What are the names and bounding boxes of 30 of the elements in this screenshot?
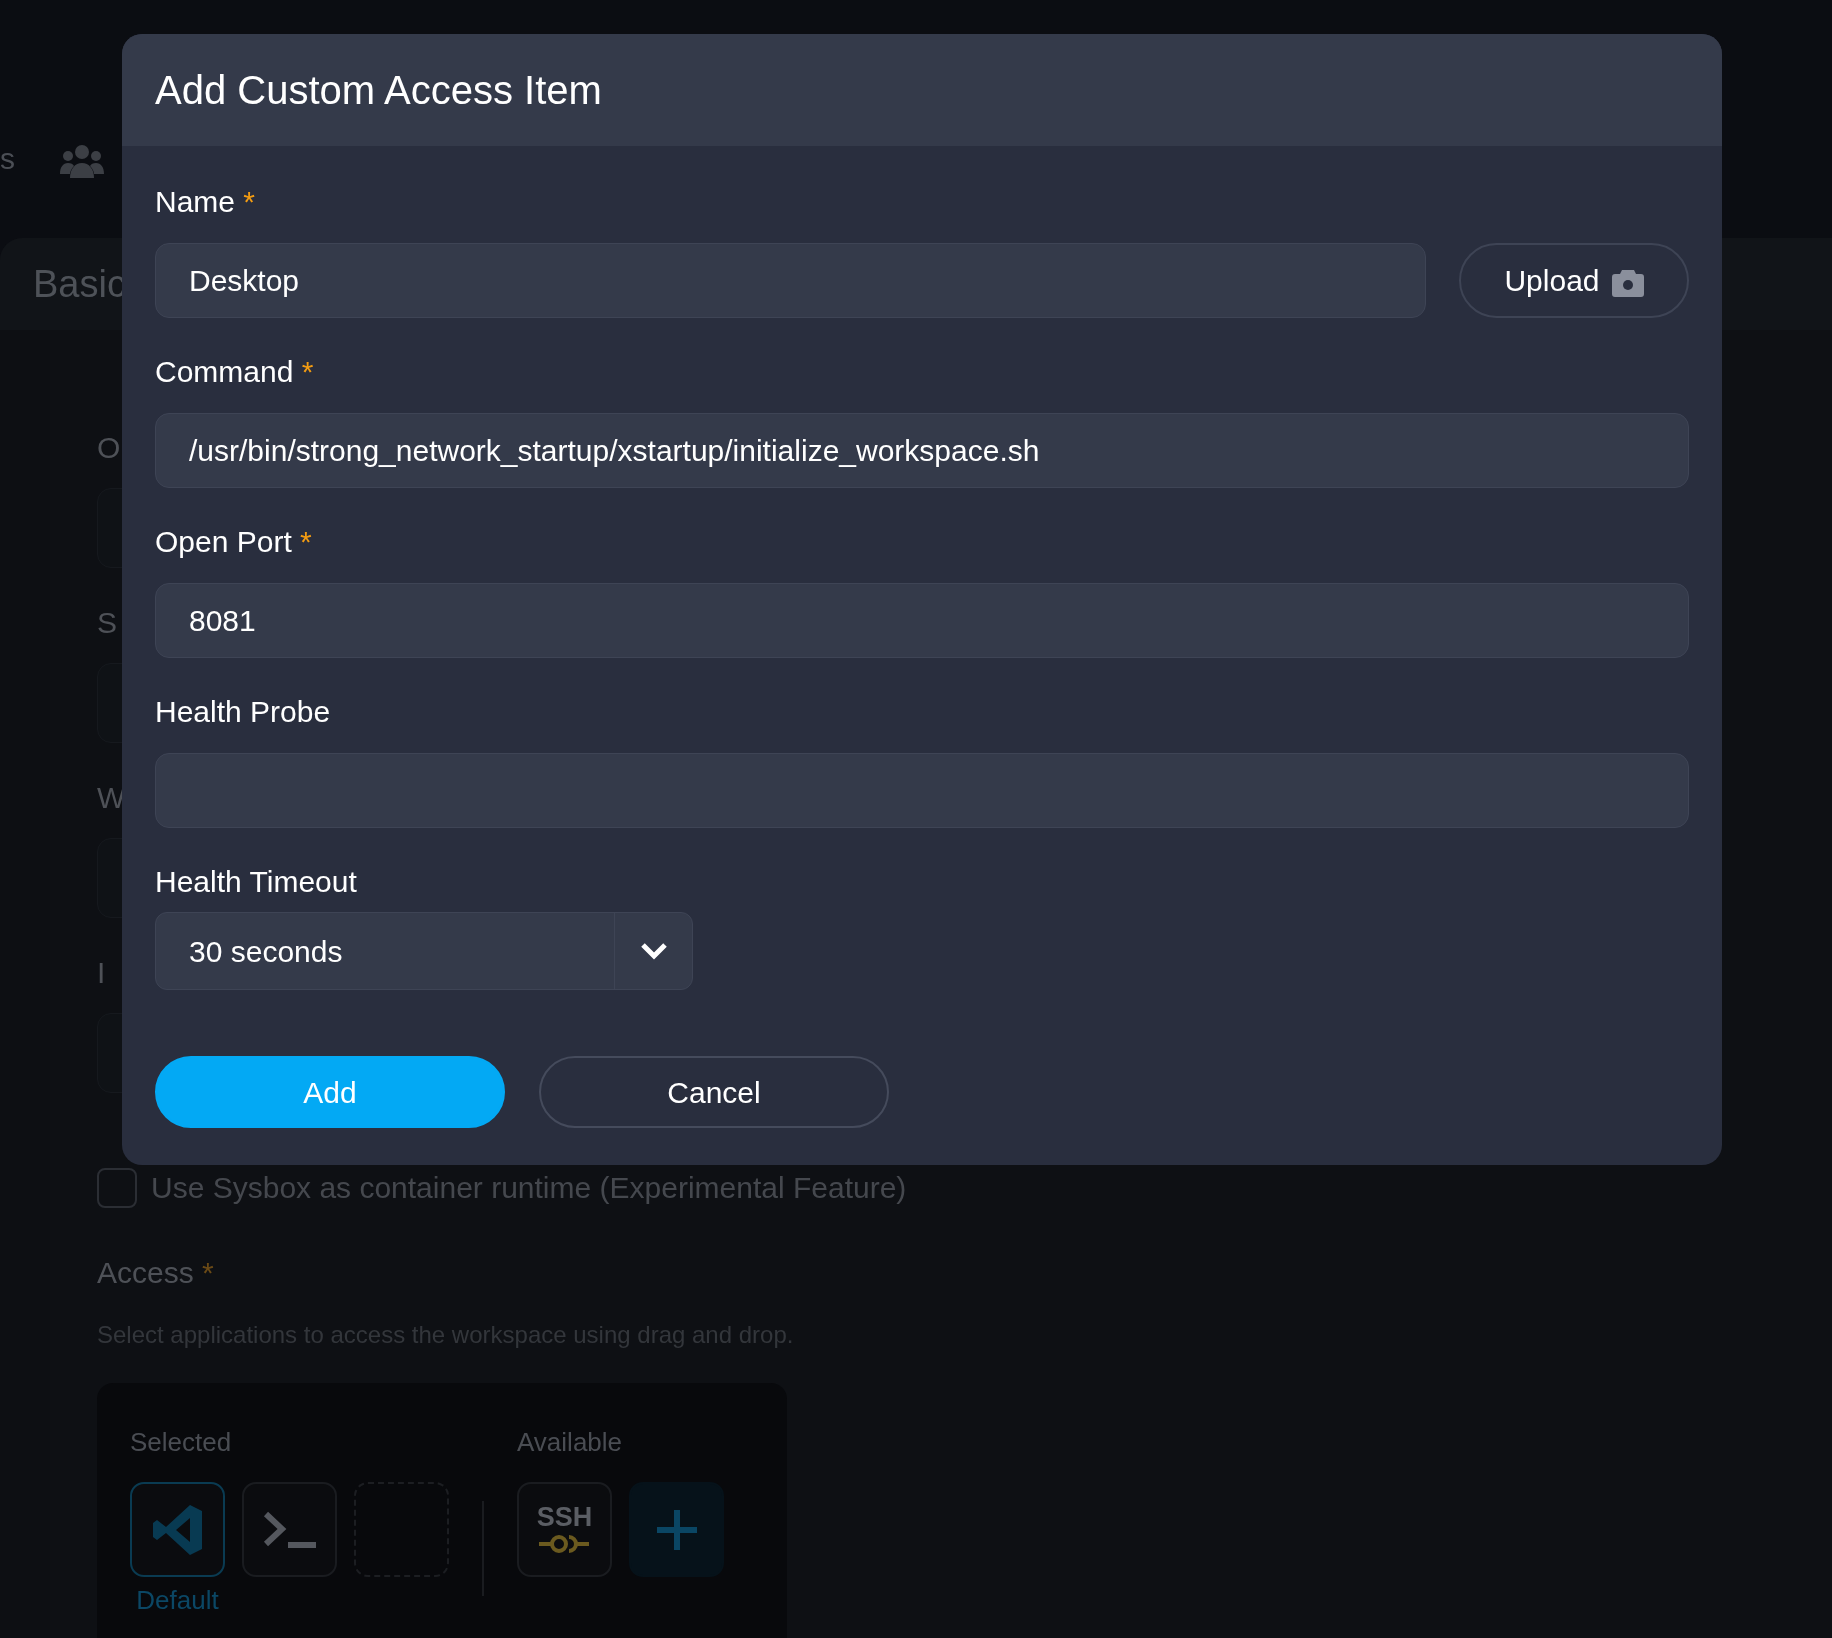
- camera-icon: [1611, 269, 1644, 297]
- input-field[interactable]: Desktop: [155, 243, 1426, 318]
- terminal-icon: [261, 1509, 318, 1550]
- dialog-title: Add Custom Access Item: [155, 67, 602, 114]
- section-title: Basic: [33, 261, 126, 307]
- add-tile[interactable]: [629, 1482, 724, 1577]
- checkbox[interactable]: [97, 1167, 137, 1208]
- input-field[interactable]: /usr/bin/strong_network_startup/xstartup/initialize_workspace.sh: [155, 413, 1689, 488]
- chevron-down-icon: [639, 942, 668, 960]
- key-icon: [538, 1533, 591, 1554]
- section-label: Access *: [97, 1255, 215, 1291]
- column-heading: Selected: [130, 1426, 233, 1459]
- field-label: O: [97, 430, 121, 466]
- field-label: Name *: [155, 184, 257, 220]
- terminal-tile[interactable]: [242, 1482, 337, 1577]
- field-label: Command *: [155, 354, 315, 390]
- field-label: Open Port *: [155, 524, 313, 560]
- vscode-tile[interactable]: [130, 1482, 225, 1577]
- plus-icon: [656, 1509, 697, 1550]
- column-heading: Available: [517, 1426, 624, 1459]
- field-label: Health Probe: [155, 694, 332, 730]
- checkbox-label: Use Sysbox as container runtime (Experimental Feature): [151, 1170, 907, 1206]
- upload-button[interactable]: Upload: [1459, 243, 1689, 318]
- dropdown[interactable]: 30 seconds: [155, 912, 693, 990]
- input-field[interactable]: 8081: [155, 583, 1689, 658]
- field-label: I: [97, 955, 106, 991]
- field-label: Health Timeout: [155, 864, 358, 900]
- tile-caption: Default: [136, 1584, 219, 1617]
- field-label: S: [97, 605, 117, 641]
- cancel-button[interactable]: Cancel: [539, 1056, 889, 1128]
